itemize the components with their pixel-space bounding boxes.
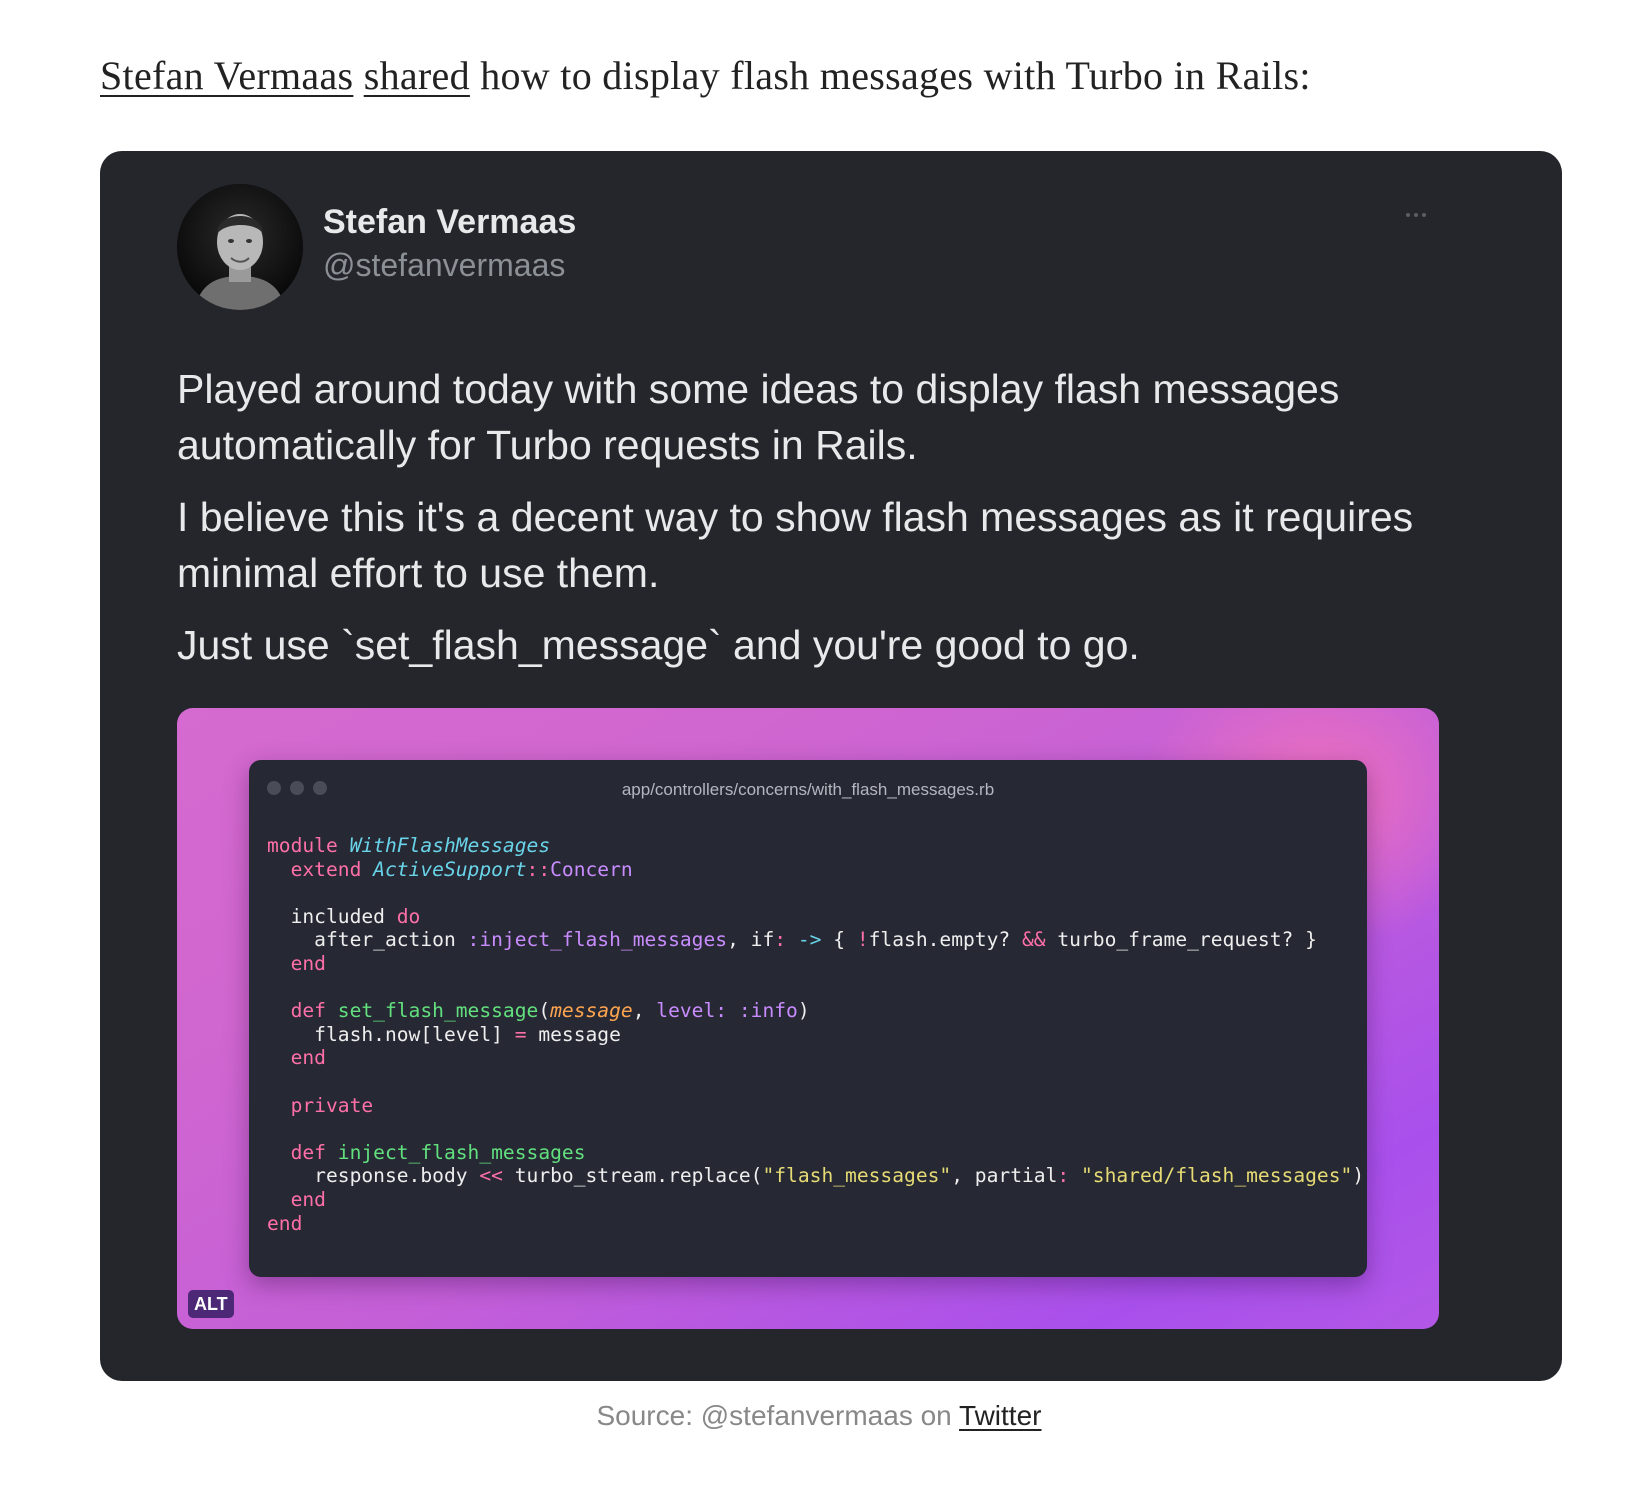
code-token: included [267,904,397,928]
tweet-embed[interactable]: Stefan Vermaas @stefanvermaas Played aro… [100,151,1562,1381]
tweet-paragraph: I believe this it's a decent way to show… [177,494,1414,596]
tweet-text: Played around today with some ideas to d… [177,361,1467,689]
author-handle[interactable]: @stefanvermaas [323,247,565,284]
code-token: set_flash_message [337,999,539,1023]
code-token: end [267,1211,303,1235]
code-token: message [526,1022,621,1046]
code-token: end [290,951,326,975]
code-token: -> [797,928,822,952]
code-token: def [290,1140,326,1164]
code-token: def [290,999,326,1023]
code-token: , if [727,928,775,952]
code-line: private [267,1094,1364,1118]
code-token: :: [526,857,551,881]
code-token: turbo_stream.replace( [502,1164,763,1188]
code-block: module WithFlashMessages extend ActiveSu… [267,834,1364,1235]
code-token: = [514,1022,527,1046]
caption-text: Source: @stefanvermaas on [596,1400,960,1431]
code-token: end [290,1046,326,1070]
code-token: "flash_messages" [762,1164,952,1188]
code-token: : [1057,1164,1070,1188]
author-link[interactable]: Stefan Vermaas [100,53,353,98]
more-horizontal-icon[interactable] [1400,205,1432,225]
code-token: ActiveSupport [373,857,527,881]
code-line: response.body << turbo_stream.replace("f… [267,1164,1364,1188]
shared-link[interactable]: shared [364,53,470,98]
code-token: level: [656,999,728,1023]
code-token: << [479,1164,503,1188]
code-token: , partial [951,1164,1058,1188]
code-window: app/controllers/concerns/with_flash_mess… [249,760,1367,1277]
code-line: end [267,1046,1364,1070]
tweet-media-image[interactable]: app/controllers/concerns/with_flash_mess… [177,708,1439,1329]
code-token: after_action [267,928,468,952]
code-token: response.body [267,1164,480,1188]
code-line: after_action :inject_flash_messages, if:… [267,928,1364,952]
code-line: def set_flash_message(message, level: :i… [267,999,1364,1023]
code-token: Concern [550,857,633,881]
tweet-paragraph: Just use `set_flash_message` and you're … [177,622,1140,668]
code-line: def inject_flash_messages [267,1141,1364,1165]
avatar[interactable] [177,184,303,310]
code-filename: app/controllers/concerns/with_flash_mess… [621,780,995,799]
code-token: :info [738,999,798,1023]
code-line: end [267,1188,1364,1212]
intro-text: how to display flash messages with Turbo… [469,53,1311,98]
code-token: turbo_frame_request? } [1045,928,1317,952]
code-token: ! [856,928,869,952]
code-line: end [267,1212,1364,1236]
avatar-photo [177,184,303,310]
code-token: flash.now[level] [267,1022,515,1046]
code-token: end [290,1187,326,1211]
code-token: ) [1352,1164,1365,1188]
code-token: :inject_flash_messages [467,928,728,952]
author-name[interactable]: Stefan Vermaas [323,203,576,242]
code-token: "shared/flash_messages" [1080,1164,1353,1188]
code-token: private [290,1093,374,1117]
code-line: extend ActiveSupport::Concern [267,858,1364,882]
code-token: : [774,928,787,952]
figure-caption: Source: @stefanvermaas on Twitter [0,1400,1638,1432]
code-line: included do [267,905,1364,929]
code-line: flash.now[level] = message [267,1023,1364,1047]
code-token: inject_flash_messages [337,1140,586,1164]
code-token: ( [538,999,551,1023]
alt-badge[interactable]: ALT [188,1290,234,1318]
intro-paragraph: Stefan Vermaas shared how to display fla… [100,52,1311,99]
code-token: ) [797,999,810,1023]
code-line: end [267,952,1364,976]
code-token: WithFlashMessages [349,834,551,857]
twitter-link[interactable]: Twitter [959,1400,1041,1431]
code-token: module [267,834,338,857]
code-token: do [396,904,421,928]
code-token: , [632,999,657,1023]
code-token: && [1022,928,1046,952]
code-token: message [550,999,633,1023]
code-line: module WithFlashMessages [267,834,1364,858]
tweet-paragraph: Played around today with some ideas to d… [177,366,1340,468]
code-token: extend [290,857,362,881]
code-token: flash.empty? [868,928,1022,952]
code-token: { [821,928,857,952]
